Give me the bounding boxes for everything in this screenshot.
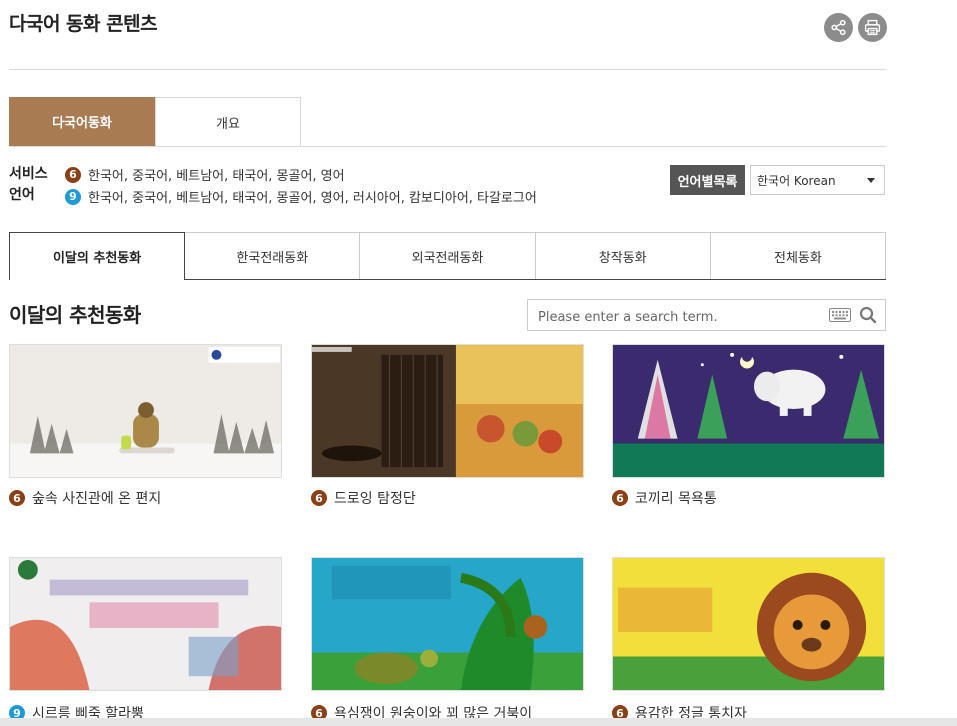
language-select-value: 한국어 Korean [757, 173, 836, 188]
story-card[interactable]: 9 시르릉 삐죽 할라뿡 [9, 557, 282, 723]
horizontal-scrollbar[interactable] [0, 718, 957, 726]
tab-all-stories[interactable]: 전체동화 [710, 232, 887, 279]
search-input[interactable] [536, 306, 820, 328]
search-box [527, 299, 886, 331]
book-cover[interactable] [9, 344, 282, 478]
story-card[interactable]: 6 드로잉 탐정단 [311, 344, 584, 508]
book-cover[interactable] [311, 344, 584, 478]
language-list-9: 한국어, 중국어, 베트남어, 태국어, 몽골어, 영어, 러시아어, 캄보디아… [88, 191, 537, 206]
print-icon [864, 19, 881, 36]
story-card[interactable]: 6 욕심쟁이 원숭이와 꾀 많은 거북이 [311, 557, 584, 723]
badge-6: 6 [311, 490, 327, 506]
service-line-6: 6 한국어, 중국어, 베트남어, 태국어, 몽골어, 영어 [65, 165, 345, 184]
chevron-down-icon [867, 178, 875, 183]
badge-6: 6 [9, 490, 25, 506]
tab-overview[interactable]: 개요 [155, 97, 301, 146]
share-button[interactable] [824, 13, 853, 42]
service-language-label: 서비스 언어 [9, 166, 48, 203]
category-tabs: 이달의 추천동화 한국전래동화 외국전래동화 창작동화 전체동화 [9, 232, 887, 280]
story-card[interactable]: 6 코끼리 목욕통 [612, 344, 885, 508]
tab-multilingual-stories[interactable]: 다국어동화 [9, 97, 155, 146]
story-title[interactable]: 숲속 사진관에 온 편지 [32, 488, 161, 508]
tab-korean-folktales[interactable]: 한국전래동화 [185, 232, 361, 279]
story-title[interactable]: 코끼리 목욕통 [635, 488, 717, 508]
tab-foreign-folktales[interactable]: 외국전래동화 [360, 232, 536, 279]
book-cover[interactable] [9, 557, 282, 691]
keyboard-icon[interactable] [829, 308, 851, 322]
story-title-row[interactable]: 6 숲속 사진관에 온 편지 [9, 488, 282, 508]
page-title: 다국어 동화 콘텐츠 [9, 13, 158, 35]
story-title[interactable]: 드로잉 탐정단 [334, 488, 416, 508]
badge-9: 9 [65, 188, 81, 205]
story-card[interactable]: 6 숲속 사진관에 온 편지 [9, 344, 282, 508]
tab-monthly-recommended[interactable]: 이달의 추천동화 [9, 232, 186, 280]
language-select[interactable]: 한국어 Korean [750, 165, 885, 195]
book-cover[interactable] [311, 557, 584, 691]
language-list-6: 한국어, 중국어, 베트남어, 태국어, 몽골어, 영어 [88, 169, 345, 184]
tab-original-stories[interactable]: 창작동화 [535, 232, 711, 279]
badge-6: 6 [65, 166, 81, 183]
story-title-row[interactable]: 6 코끼리 목욕통 [612, 488, 885, 508]
search-icon[interactable] [859, 306, 877, 324]
book-cover[interactable] [612, 557, 885, 691]
title-divider [9, 69, 886, 70]
share-icon [831, 19, 846, 36]
service-line-9: 9 한국어, 중국어, 베트남어, 태국어, 몽골어, 영어, 러시아어, 캄보… [65, 187, 537, 206]
section-title: 이달의 추천동화 [9, 303, 141, 327]
badge-6: 6 [612, 490, 628, 506]
language-list-label: 언어별목록 [670, 165, 745, 195]
tab-divider [9, 146, 886, 147]
story-title-row[interactable]: 6 드로잉 탐정단 [311, 488, 584, 508]
print-button[interactable] [858, 13, 887, 42]
book-cover[interactable] [612, 344, 885, 478]
story-card[interactable]: 6 용감한 정글 통치자 [612, 557, 885, 723]
